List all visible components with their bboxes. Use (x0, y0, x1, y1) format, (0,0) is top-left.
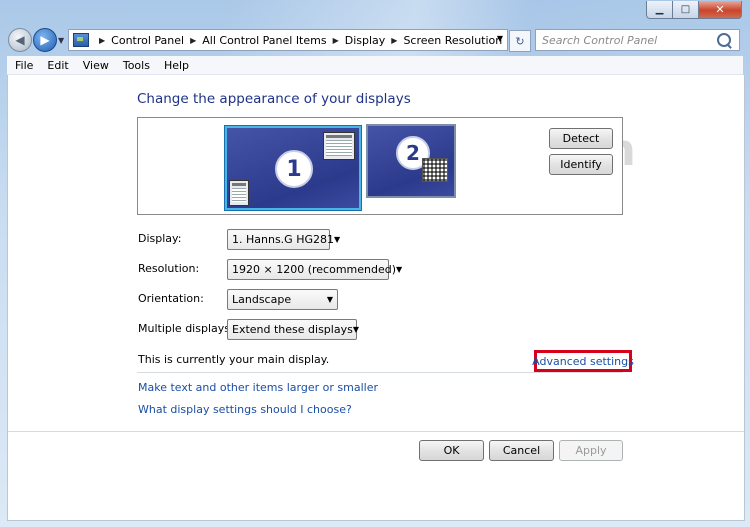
minimize-button[interactable]: ▁ (646, 1, 673, 19)
multiple-displays-label: Multiple displays: (138, 322, 234, 335)
refresh-button[interactable]: ↻ (509, 30, 531, 52)
menu-file[interactable]: File (15, 59, 33, 72)
breadcrumb-control-panel[interactable]: Control Panel (111, 34, 184, 47)
chevron-right-icon[interactable]: ▶ (391, 36, 397, 45)
menu-help[interactable]: Help (164, 59, 189, 72)
apply-button: Apply (559, 440, 623, 461)
resolution-select[interactable]: 1920 × 1200 (recommended) ▼ (227, 259, 402, 280)
multiple-displays-select[interactable]: Extend these displays ▼ (227, 319, 359, 340)
display-label: Display: (138, 232, 182, 245)
orientation-label: Orientation: (138, 292, 204, 305)
address-bar[interactable]: ▶ Control Panel ▶ All Control Panel Item… (68, 29, 508, 51)
chevron-right-icon[interactable]: ▶ (99, 36, 105, 45)
breadcrumb: ▶ Control Panel ▶ All Control Panel Item… (93, 34, 502, 47)
breadcrumb-screen-resolution[interactable]: Screen Resolution (403, 34, 502, 47)
divider (137, 372, 623, 373)
dropdown-arrow-icon: ▼ (396, 265, 403, 274)
menu-bar: File Edit View Tools Help (7, 56, 743, 75)
control-panel-icon (73, 33, 89, 47)
menu-view[interactable]: View (83, 59, 109, 72)
monitor-1[interactable]: 1 (225, 126, 361, 210)
screen-resolution-window: ▁ □ ✕ ◀ ▶ ▼ ▶ Control Panel ▶ All Contro… (0, 0, 750, 527)
address-dropdown-icon[interactable]: ▼ (497, 34, 503, 43)
chevron-right-icon[interactable]: ▶ (190, 36, 196, 45)
recent-pages-dropdown-icon[interactable]: ▼ (58, 36, 64, 45)
breadcrumb-all-items[interactable]: All Control Panel Items (202, 34, 326, 47)
text-size-link[interactable]: Make text and other items larger or smal… (138, 381, 378, 394)
dropdown-arrow-icon: ▼ (326, 295, 334, 304)
display-select[interactable]: 1. Hanns.G HG281 ▼ (227, 229, 340, 250)
calculator-thumbnail-icon (422, 158, 448, 182)
multiple-displays-value: Extend these displays (232, 323, 353, 336)
advanced-settings-link[interactable]: Advanced settings (532, 350, 634, 372)
orientation-value: Landscape (232, 293, 292, 306)
footer-divider (8, 431, 744, 432)
display-value: 1. Hanns.G HG281 (232, 233, 334, 246)
monitor-2[interactable]: 2 (366, 124, 456, 198)
navigation-bar: ◀ ▶ ▼ ▶ Control Panel ▶ All Control Pane… (0, 26, 750, 54)
caption-buttons: ▁ □ ✕ (646, 1, 742, 19)
search-icon[interactable] (717, 33, 731, 47)
orientation-select[interactable]: Landscape ▼ (227, 289, 338, 310)
search-input[interactable]: Search Control Panel (542, 34, 717, 47)
main-display-note: This is currently your main display. (138, 353, 330, 366)
breadcrumb-display[interactable]: Display (345, 34, 386, 47)
close-button[interactable]: ✕ (699, 1, 742, 19)
maximize-button[interactable]: □ (673, 1, 699, 19)
identify-button[interactable]: Identify (549, 154, 613, 175)
detect-button[interactable]: Detect (549, 128, 613, 149)
window-thumbnail-icon (323, 132, 355, 160)
cancel-button[interactable]: Cancel (489, 440, 554, 461)
page-title: Change the appearance of your displays (137, 91, 411, 107)
display-settings-help-link[interactable]: What display settings should I choose? (138, 403, 352, 416)
dropdown-arrow-icon: ▼ (352, 325, 359, 334)
search-box[interactable]: Search Control Panel (535, 29, 740, 51)
resolution-label: Resolution: (138, 262, 200, 275)
monitor-number-1: 1 (275, 150, 313, 188)
content-panel: SevenForums.com Change the appearance of… (7, 75, 745, 521)
monitor-arrangement: 1 2 Detect Identify (137, 117, 623, 215)
window-thumbnail-icon (229, 180, 249, 206)
forward-button[interactable]: ▶ (33, 28, 57, 52)
back-button[interactable]: ◀ (8, 28, 32, 52)
menu-tools[interactable]: Tools (123, 59, 150, 72)
chevron-right-icon[interactable]: ▶ (333, 36, 339, 45)
ok-button[interactable]: OK (419, 440, 484, 461)
resolution-value: 1920 × 1200 (recommended) (232, 263, 397, 276)
menu-edit[interactable]: Edit (47, 59, 68, 72)
dropdown-arrow-icon: ▼ (334, 235, 341, 244)
